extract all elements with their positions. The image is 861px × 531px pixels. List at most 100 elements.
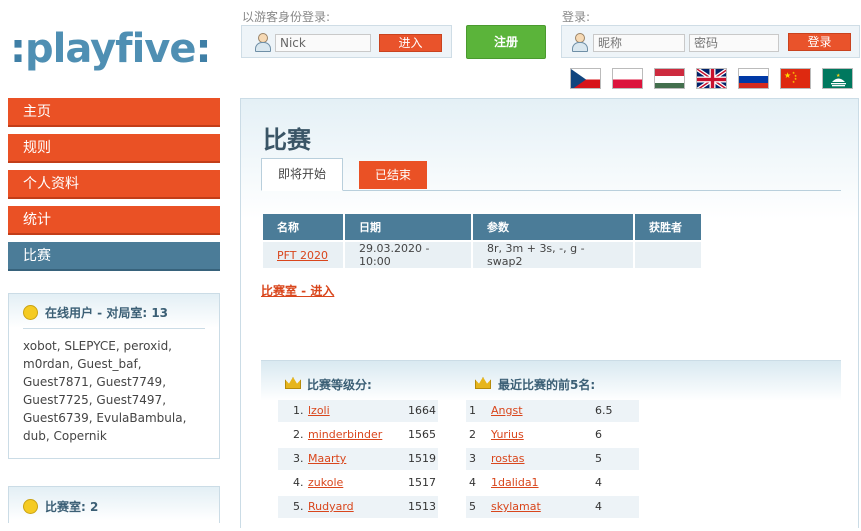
guest-name-input[interactable]	[275, 34, 371, 52]
rating-score: 1664	[408, 404, 436, 417]
rating-player-link[interactable]: minderbinder	[308, 424, 382, 446]
rating-rank: 2.	[293, 428, 304, 441]
page-title: 比赛	[263, 126, 311, 154]
competition-room-title: 比赛室: 2	[45, 500, 99, 514]
top5-rank: 2	[469, 428, 476, 441]
rating-row: 5. Rudyard 1513	[278, 496, 438, 518]
top5-row: 5 skylamat 4	[466, 496, 639, 518]
rating-title: 比赛等级分:	[307, 378, 372, 392]
tournament-date-cell: 29.03.2020 - 10:00	[345, 242, 471, 268]
smiley-icon	[23, 499, 38, 514]
top5-rank: 3	[469, 452, 476, 465]
online-users-line: dub, Copernik	[23, 429, 107, 443]
rating-player-link[interactable]: Maarty	[308, 448, 346, 470]
top5-row: 2 Yurius 6	[466, 424, 639, 446]
top5-row: 4 1dalida1 4	[466, 472, 639, 494]
rating-row: 2. minderbinder 1565	[278, 424, 438, 446]
rating-row: 1. lzoli 1664	[278, 400, 438, 422]
top5-player-link[interactable]: rostas	[491, 448, 525, 470]
nickname-input[interactable]	[593, 34, 685, 52]
guest-login-box: 进入	[241, 25, 452, 58]
guest-login-label: 以游客身份登录:	[242, 10, 331, 24]
svg-text:★: ★	[784, 71, 791, 80]
ranking-section: 比赛等级分: 1. lzoli 1664 2. minderbinder 156…	[261, 360, 841, 531]
chinese-flag[interactable]: ★ ★ ★ ★ ★	[780, 68, 811, 89]
guest-enter-button[interactable]: 进入	[379, 34, 442, 52]
online-users-line: Guest7725, Guest7497,	[23, 393, 167, 407]
macau-flag[interactable]: ★	[822, 68, 853, 89]
rating-rank: 1.	[293, 404, 304, 417]
competition-room-enter-link[interactable]: 比赛室 - 进入	[261, 282, 334, 299]
col-header-winner: 获胜者	[635, 214, 701, 240]
top5-player-link[interactable]: 1dalida1	[491, 472, 539, 494]
table-row: PFT 2020 29.03.2020 - 10:00 8r, 3m + 3s,…	[263, 242, 701, 268]
tournament-table: 名称 日期 参数 获胜者 PFT 2020 29.03.2020 - 10:00…	[261, 212, 703, 270]
top5-player-link[interactable]: Angst	[491, 400, 523, 422]
col-header-params: 参数	[473, 214, 633, 240]
top5-player-link[interactable]: Yurius	[491, 424, 524, 446]
rating-player-link[interactable]: zukole	[308, 472, 343, 494]
top5-score: 4	[595, 476, 602, 489]
top5-rank: 5	[469, 500, 476, 513]
top5-row: 1 Angst 6.5	[466, 400, 639, 422]
crown-icon	[285, 377, 301, 389]
rating-score: 1565	[408, 428, 436, 441]
rating-player-link[interactable]: Rudyard	[308, 496, 354, 518]
tab-upcoming[interactable]: 即将开始	[261, 158, 343, 191]
col-header-name: 名称	[263, 214, 343, 240]
password-input[interactable]	[689, 34, 779, 52]
top5-row: 3 rostas 5	[466, 448, 639, 470]
logo-suffix: :	[195, 26, 212, 72]
top5-rank: 4	[469, 476, 476, 489]
hungarian-flag[interactable]	[654, 68, 685, 89]
rating-row: 4. zukole 1517	[278, 472, 438, 494]
smiley-icon	[23, 305, 38, 320]
site-logo[interactable]: :playfive:	[10, 24, 212, 74]
online-users-line: m0rdan, Guest_baf,	[23, 357, 142, 371]
logo-prefix: :	[10, 26, 26, 72]
tournament-name-cell: PFT 2020	[263, 242, 343, 268]
main-content: 比赛 即将开始 已结束 名称 日期 参数 获胜者 PFT 2020 29.03.…	[240, 98, 859, 531]
rating-score: 1517	[408, 476, 436, 489]
tournament-params-cell: 8r, 3m + 3s, -, g - swap2	[473, 242, 633, 268]
user-icon	[254, 33, 271, 52]
online-users-line: Guest7871, Guest7749,	[23, 375, 167, 389]
top5-score: 6.5	[595, 404, 613, 417]
top5-score: 6	[595, 428, 602, 441]
online-users-panel: 在线用户 - 对局室: 13 xobot, SLEPYCE, peroxid, …	[8, 293, 220, 459]
login-box: 登录	[561, 25, 860, 58]
user-icon	[571, 33, 588, 52]
svg-text:★: ★	[792, 80, 795, 84]
online-users-list: xobot, SLEPYCE, peroxid, m0rdan, Guest_b…	[9, 329, 219, 457]
nav-home[interactable]: 主页	[8, 98, 220, 127]
col-header-date: 日期	[345, 214, 471, 240]
tab-finished[interactable]: 已结束	[359, 161, 427, 189]
register-button[interactable]: 注册	[466, 25, 546, 59]
nav-statistics[interactable]: 统计	[8, 206, 220, 235]
rating-rank: 4.	[293, 476, 304, 489]
online-users-line: xobot, SLEPYCE, peroxid,	[23, 339, 172, 353]
rating-player-link[interactable]: lzoli	[308, 400, 330, 422]
top5-score: 4	[595, 500, 602, 513]
login-button[interactable]: 登录	[788, 33, 851, 51]
nav-tournaments[interactable]: 比赛	[8, 242, 220, 271]
top5-score: 5	[595, 452, 602, 465]
top5-rank: 1	[469, 404, 476, 417]
online-users-line: Guest6739, EvulaBambula,	[23, 411, 187, 425]
nav-rules[interactable]: 规则	[8, 134, 220, 163]
tournament-link[interactable]: PFT 2020	[277, 249, 328, 262]
logo-text: playfive	[25, 26, 196, 72]
top5-player-link[interactable]: skylamat	[491, 496, 541, 518]
russian-flag[interactable]	[738, 68, 769, 89]
rating-rank: 5.	[293, 500, 304, 513]
crown-icon	[475, 377, 491, 389]
top5-title: 最近比赛的前5名:	[498, 378, 596, 392]
login-label: 登录:	[562, 10, 591, 24]
polish-flag[interactable]	[612, 68, 643, 89]
uk-flag[interactable]	[696, 68, 727, 89]
rating-score: 1513	[408, 500, 436, 513]
nav-profile[interactable]: 个人资料	[8, 170, 220, 199]
rating-row: 3. Maarty 1519	[278, 448, 438, 470]
svg-text:★: ★	[836, 73, 841, 79]
czech-flag[interactable]	[570, 68, 601, 89]
